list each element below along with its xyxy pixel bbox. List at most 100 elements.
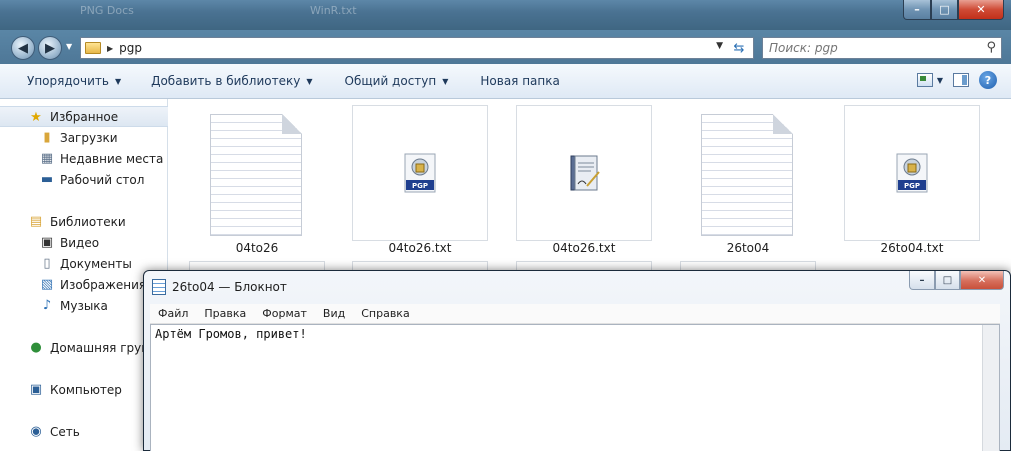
downloads-folder-icon: ▮ — [43, 129, 51, 145]
signed-document-icon — [570, 155, 600, 191]
pgp-file-icon: PGP — [404, 153, 436, 193]
file-item[interactable] — [680, 105, 816, 241]
back-arrow-icon: ◀ — [18, 40, 28, 56]
star-icon: ★ — [30, 109, 42, 125]
share-button[interactable]: Общий доступ ▼ — [327, 64, 463, 98]
forward-arrow-icon: ▶ — [45, 40, 55, 56]
sidebar-item-desktop[interactable]: ▬ Рабочий стол — [0, 169, 168, 190]
maximize-button[interactable]: □ — [935, 271, 960, 290]
sidebar-item-downloads[interactable]: ▮ Загрузки — [0, 127, 168, 148]
sidebar-item-label: Документы — [60, 256, 132, 271]
sidebar-item-video[interactable]: ▣ Видео — [0, 232, 168, 253]
add-to-library-label: Добавить в библиотеку — [151, 74, 301, 88]
music-icon: ♪ — [42, 297, 52, 313]
menu-view[interactable]: Вид — [315, 307, 353, 320]
recent-pages-dropdown-icon[interactable]: ▼ — [66, 42, 72, 51]
sidebar-item-label: Изображения — [60, 277, 147, 292]
change-view-icon[interactable] — [916, 73, 933, 87]
file-name[interactable]: 26to04 — [680, 241, 816, 255]
sidebar-item-libraries[interactable]: ▤ Библиотеки — [0, 211, 168, 232]
sidebar-item-label: Видео — [60, 235, 100, 250]
preview-pane-icon[interactable] — [953, 73, 969, 87]
file-item[interactable]: PGP — [352, 105, 488, 241]
minimize-button[interactable]: – — [909, 271, 935, 290]
explorer-window-controls: – □ ✕ — [903, 0, 1004, 22]
notepad-window-controls: – □ ✕ — [909, 271, 1004, 290]
view-options-dropdown-icon[interactable]: ▼ — [937, 76, 943, 85]
sidebar-item-label: Недавние места — [60, 151, 164, 166]
sidebar-item-label: Рабочий стол — [60, 172, 145, 187]
file-name[interactable]: 26to04.txt — [844, 241, 980, 255]
documents-icon: ▯ — [43, 255, 51, 271]
notepad-menubar: Файл Правка Формат Вид Справка — [150, 304, 1000, 324]
file-name[interactable]: 04to26.txt — [516, 241, 652, 255]
notepad-text-area[interactable]: Артём Громов, привет! — [150, 324, 1000, 451]
menu-file[interactable]: Файл — [150, 307, 196, 320]
vertical-scrollbar[interactable] — [982, 325, 999, 451]
menu-format[interactable]: Формат — [254, 307, 315, 320]
images-icon: ▧ — [40, 276, 54, 292]
recent-places-icon: ▦ — [40, 150, 54, 166]
menu-edit[interactable]: Правка — [196, 307, 254, 320]
chevron-down-icon: ▼ — [114, 76, 122, 86]
notepad-titlebar[interactable]: 26to04 — Блокнот – □ ✕ — [144, 271, 1010, 303]
file-item[interactable]: PGP — [844, 105, 980, 241]
search-icon[interactable]: ⚲ — [986, 40, 996, 55]
minimize-button[interactable]: – — [903, 0, 931, 20]
toolbar-right: ▼ ? — [916, 71, 997, 89]
file-name[interactable]: 04to26 — [189, 241, 325, 255]
organize-label: Упорядочить — [27, 74, 109, 88]
file-item[interactable] — [516, 105, 652, 241]
sidebar-item-label: Домашняя групп — [50, 340, 157, 355]
address-bar[interactable]: ▶ pgp ▼ ⇆ — [80, 37, 754, 59]
computer-icon: ▣ — [29, 381, 43, 397]
pgp-file-icon: PGP — [896, 153, 928, 193]
homegroup-icon: ● — [30, 339, 42, 355]
blank-document-icon — [701, 114, 793, 236]
search-box[interactable]: ⚲ — [762, 37, 1002, 59]
sidebar-item-label: Избранное — [50, 109, 119, 124]
address-dropdown-icon[interactable]: ▼ — [716, 41, 723, 51]
refresh-icon[interactable]: ⇆ — [729, 39, 749, 57]
share-label: Общий доступ — [344, 74, 437, 88]
explorer-titlebar: PNG Docs WinR.txt – □ ✕ — [0, 0, 1011, 30]
notepad-content[interactable]: Артём Громов, привет! — [155, 327, 307, 341]
sidebar-item-label: Загрузки — [60, 130, 118, 145]
svg-text:PGP: PGP — [412, 182, 428, 190]
folder-icon — [85, 42, 101, 54]
close-button[interactable]: ✕ — [958, 0, 1004, 20]
desktop-icon: ▬ — [40, 171, 54, 187]
help-icon[interactable]: ? — [979, 71, 997, 89]
address-row: ◀ ▶ ▼ ▶ pgp ▼ ⇆ ⚲ — [0, 30, 1011, 64]
blank-document-icon — [210, 114, 302, 236]
sidebar-item-favorites[interactable]: ★ Избранное — [0, 106, 168, 127]
network-icon: ◉ — [30, 423, 42, 439]
search-input[interactable] — [769, 41, 979, 55]
sidebar-item-recent[interactable]: ▦ Недавние места — [0, 148, 168, 169]
forward-button[interactable]: ▶ — [38, 36, 62, 60]
ghost-title: PNG Docs — [80, 4, 134, 17]
new-folder-button[interactable]: Новая папка — [462, 64, 573, 98]
new-folder-label: Новая папка — [480, 74, 560, 88]
close-button[interactable]: ✕ — [960, 271, 1004, 290]
maximize-button[interactable]: □ — [931, 0, 958, 20]
sidebar-item-label: Библиотеки — [50, 214, 126, 229]
libraries-icon: ▤ — [29, 213, 43, 229]
organize-button[interactable]: Упорядочить ▼ — [0, 64, 135, 98]
file-item[interactable] — [189, 105, 325, 241]
file-name[interactable]: 04to26.txt — [352, 241, 488, 255]
notepad-icon — [152, 279, 166, 295]
notepad-title: 26to04 — Блокнот — [172, 280, 287, 294]
menu-help[interactable]: Справка — [353, 307, 417, 320]
chevron-down-icon: ▼ — [306, 76, 313, 86]
sidebar-item-documents[interactable]: ▯ Документы — [0, 253, 168, 274]
address-path[interactable]: pgp — [119, 41, 142, 55]
notepad-window: 26to04 — Блокнот – □ ✕ Файл Правка Форма… — [143, 270, 1011, 451]
sidebar-item-label: Компьютер — [50, 382, 122, 397]
back-button[interactable]: ◀ — [11, 36, 35, 60]
command-bar: Упорядочить ▼ Добавить в библиотеку ▼ Общи… — [0, 64, 1011, 99]
add-to-library-button[interactable]: Добавить в библиотеку ▼ — [135, 64, 326, 98]
breadcrumb-arrow-icon[interactable]: ▶ — [107, 44, 113, 53]
sidebar-item-label: Музыка — [60, 298, 108, 313]
ghost-title-2: WinR.txt — [310, 4, 357, 17]
